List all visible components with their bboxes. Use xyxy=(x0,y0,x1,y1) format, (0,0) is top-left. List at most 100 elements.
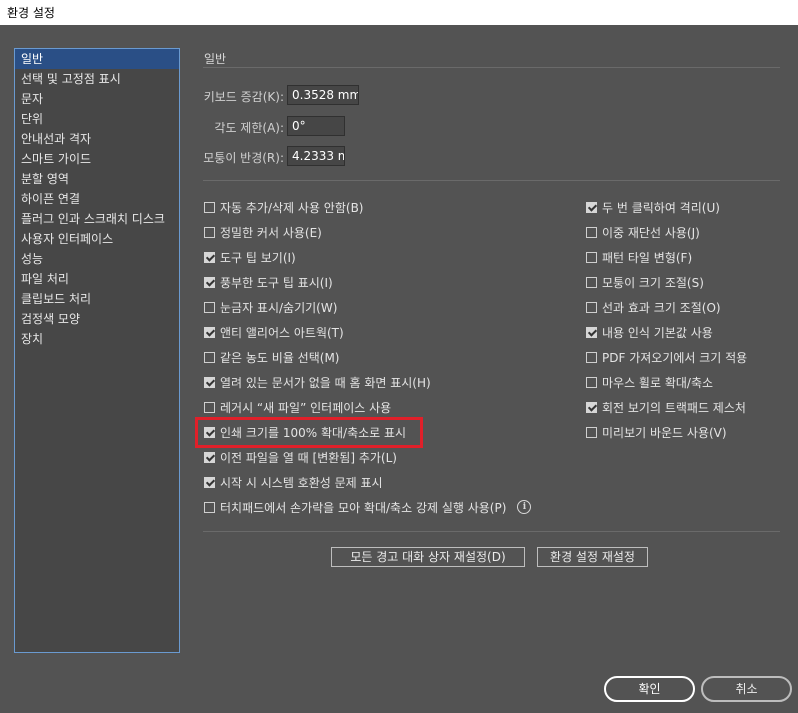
option-append-converted[interactable]: 이전 파일을 열 때 [변환됨] 추가(L) xyxy=(204,447,397,467)
sidebar-item-user-interface[interactable]: 사용자 인터페이스 xyxy=(15,229,179,249)
option-precise-cursors[interactable]: 정밀한 커서 사용(E) xyxy=(204,222,322,242)
option-label: 패턴 타일 변형(F) xyxy=(602,250,693,265)
option-label: 내용 인식 기본값 사용 xyxy=(602,325,713,340)
checkbox[interactable] xyxy=(204,326,215,338)
checkbox[interactable] xyxy=(204,226,215,238)
sidebar-item-type[interactable]: 문자 xyxy=(15,89,179,109)
sidebar-item-clipboard[interactable]: 클립보드 처리 xyxy=(15,289,179,309)
checkbox[interactable] xyxy=(204,251,215,263)
buttons-divider xyxy=(203,531,780,532)
option-label: 도구 팁 보기(I) xyxy=(220,250,296,265)
sidebar-item-performance[interactable]: 성능 xyxy=(15,249,179,269)
sidebar-item-black-appearance[interactable]: 검정색 모양 xyxy=(15,309,179,329)
checkbox[interactable] xyxy=(204,476,215,488)
option-pdf-import-scale[interactable]: PDF 가져오기에서 크기 적용 xyxy=(586,347,747,367)
sidebar-item-devices[interactable]: 장치 xyxy=(15,329,179,349)
option-label: 미리보기 바운드 사용(V) xyxy=(602,425,727,440)
option-label: PDF 가져오기에서 크기 적용 xyxy=(602,350,748,365)
option-label: 풍부한 도구 팁 표시(I) xyxy=(220,275,333,290)
constrain-angle-label: 각도 제한(A): xyxy=(214,121,284,135)
option-double-click-isolate[interactable]: 두 번 클릭하여 격리(U) xyxy=(586,197,720,217)
corner-radius-label: 모퉁이 반경(R): xyxy=(203,151,284,165)
section-title: 일반 xyxy=(204,52,227,66)
checkbox[interactable] xyxy=(204,401,215,413)
option-label: 이중 재단선 사용(J) xyxy=(602,225,700,240)
checkbox[interactable] xyxy=(204,301,215,313)
sidebar-item-general[interactable]: 일반 xyxy=(15,49,179,69)
sidebar-item-units[interactable]: 단위 xyxy=(15,109,179,129)
option-show-tool-tips[interactable]: 도구 팁 보기(I) xyxy=(204,247,296,267)
checkbox[interactable] xyxy=(586,301,597,313)
checkbox[interactable] xyxy=(586,226,597,238)
checkbox[interactable] xyxy=(204,201,215,213)
sidebar-item-slices[interactable]: 분할 영역 xyxy=(15,169,179,189)
reset-preferences-button[interactable]: 환경 설정 재설정 xyxy=(537,547,648,567)
checkbox[interactable] xyxy=(586,401,597,413)
ok-button[interactable]: 확인 xyxy=(604,676,695,702)
option-preview-bounds[interactable]: 미리보기 바운드 사용(V) xyxy=(586,422,727,442)
checkbox[interactable] xyxy=(586,376,597,388)
option-label: 선과 효과 크기 조절(O) xyxy=(602,300,721,315)
option-label: 회전 보기의 트랙패드 제스처 xyxy=(602,400,746,415)
option-force-pinch-zoom[interactable]: 터치패드에서 손가락을 모아 확대/축소 강제 실행 사용(P) i xyxy=(204,497,532,517)
corner-radius-input[interactable]: 4.2333 m xyxy=(287,146,345,166)
checkbox[interactable] xyxy=(586,426,597,438)
options-divider xyxy=(203,180,780,181)
option-japanese-crop-marks[interactable]: 이중 재단선 사용(J) xyxy=(586,222,700,242)
checkbox[interactable] xyxy=(586,251,597,263)
sidebar-item-guides-grid[interactable]: 안내선과 격자 xyxy=(15,129,179,149)
constrain-angle-input[interactable]: 0° xyxy=(287,116,345,136)
keyboard-increment-input[interactable]: 0.3528 mm xyxy=(287,85,359,105)
option-trackpad-rotate-view[interactable]: 회전 보기의 트랙패드 제스처 xyxy=(586,397,746,417)
option-legacy-new-file[interactable]: 레거시 “새 파일” 인터페이스 사용 xyxy=(204,397,391,417)
keyboard-increment-label: 키보드 증감(K): xyxy=(203,90,284,104)
option-label: 정밀한 커서 사용(E) xyxy=(220,225,322,240)
sidebar-item-file-handling[interactable]: 파일 처리 xyxy=(15,269,179,289)
option-label: 눈금자 표시/숨기기(W) xyxy=(220,300,338,315)
info-icon[interactable]: i xyxy=(517,500,532,514)
option-label: 모퉁이 크기 조절(S) xyxy=(602,275,704,290)
option-label: 자동 추가/삭제 사용 안함(B) xyxy=(220,200,364,215)
option-compatibility-issues[interactable]: 시작 시 시스템 호환성 문제 표시 xyxy=(204,472,383,492)
checkbox[interactable] xyxy=(204,501,215,513)
option-label: 시작 시 시스템 호환성 문제 표시 xyxy=(220,475,383,490)
option-content-aware-defaults[interactable]: 내용 인식 기본값 사용 xyxy=(586,322,713,342)
checkbox[interactable] xyxy=(204,351,215,363)
reset-warnings-button[interactable]: 모든 경고 대화 상자 재설정(D) xyxy=(331,547,525,567)
option-disable-auto-add-delete[interactable]: 자동 추가/삭제 사용 안함(B) xyxy=(204,197,363,217)
checkbox[interactable] xyxy=(204,376,215,388)
checkbox[interactable] xyxy=(586,351,597,363)
option-label: 터치패드에서 손가락을 모아 확대/축소 강제 실행 사용(P) xyxy=(220,500,507,515)
option-scale-strokes-effects[interactable]: 선과 효과 크기 조절(O) xyxy=(586,297,721,317)
checkbox[interactable] xyxy=(586,276,597,288)
option-anti-aliased-artwork[interactable]: 앤티 앨리어스 아트웍(T) xyxy=(204,322,344,342)
option-select-same-tint[interactable]: 같은 농도 비율 선택(M) xyxy=(204,347,339,367)
checkbox[interactable] xyxy=(204,451,215,463)
checkbox[interactable] xyxy=(204,426,215,438)
option-print-size-100[interactable]: 인쇄 크기를 100% 확대/축소로 표시 xyxy=(204,422,406,442)
category-sidebar: 일반 선택 및 고정점 표시 문자 단위 안내선과 격자 스마트 가이드 분할 … xyxy=(14,48,180,653)
option-label: 이전 파일을 열 때 [변환됨] 추가(L) xyxy=(220,450,397,465)
option-show-home-screen[interactable]: 열려 있는 문서가 없을 때 홈 화면 표시(H) xyxy=(204,372,431,392)
sidebar-item-selection[interactable]: 선택 및 고정점 표시 xyxy=(15,69,179,89)
checkbox[interactable] xyxy=(586,201,597,213)
option-label: 레거시 “새 파일” 인터페이스 사용 xyxy=(220,400,392,415)
option-show-hide-rulers[interactable]: 눈금자 표시/숨기기(W) xyxy=(204,297,337,317)
sidebar-item-smart-guides[interactable]: 스마트 가이드 xyxy=(15,149,179,169)
section-divider xyxy=(203,67,780,68)
sidebar-item-plugins[interactable]: 플러그 인과 스크래치 디스크 xyxy=(15,209,179,229)
option-label: 두 번 클릭하여 격리(U) xyxy=(602,200,720,215)
option-label: 열려 있는 문서가 없을 때 홈 화면 표시(H) xyxy=(220,375,431,390)
cancel-button[interactable]: 취소 xyxy=(701,676,792,702)
option-scale-corners[interactable]: 모퉁이 크기 조절(S) xyxy=(586,272,704,292)
option-label: 인쇄 크기를 100% 확대/축소로 표시 xyxy=(220,425,407,440)
option-zoom-with-scroll-wheel[interactable]: 마우스 휠로 확대/축소 xyxy=(586,372,713,392)
option-label: 같은 농도 비율 선택(M) xyxy=(220,350,340,365)
window-title: 환경 설정 xyxy=(7,6,55,20)
checkbox[interactable] xyxy=(204,276,215,288)
sidebar-item-hyphenation[interactable]: 하이픈 연결 xyxy=(15,189,179,209)
option-rich-tool-tips[interactable]: 풍부한 도구 팁 표시(I) xyxy=(204,272,333,292)
option-label: 마우스 휠로 확대/축소 xyxy=(602,375,714,390)
option-transform-pattern-tiles[interactable]: 패턴 타일 변형(F) xyxy=(586,247,692,267)
checkbox[interactable] xyxy=(586,326,597,338)
